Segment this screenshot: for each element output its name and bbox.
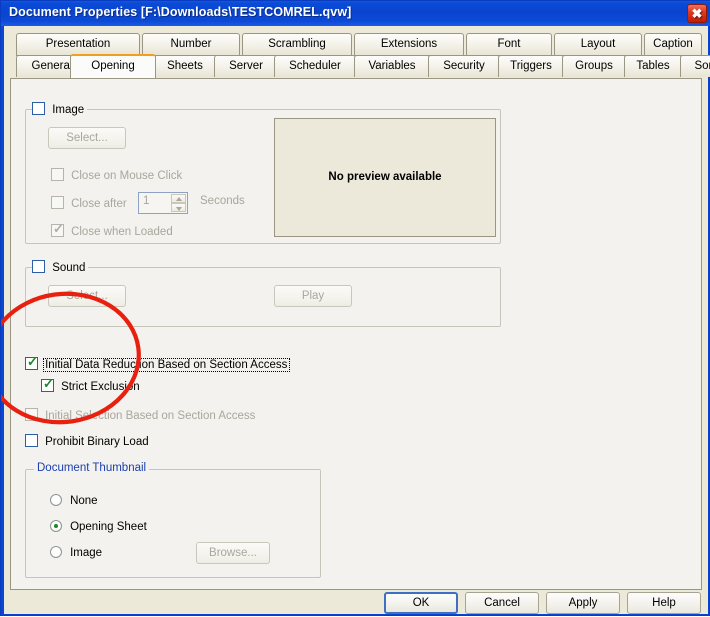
- image-group-label: Image: [52, 104, 85, 116]
- initial-data-reduction-label: Initial Data Reduction Based on Section …: [43, 358, 291, 372]
- initial-selection-checkbox: [25, 408, 38, 421]
- thumbnail-image-label: Image: [70, 547, 103, 559]
- tab-number[interactable]: Number: [142, 33, 240, 56]
- tab-opening[interactable]: Opening: [70, 54, 156, 78]
- spinner-down-icon[interactable]: [171, 203, 186, 212]
- help-button[interactable]: Help: [627, 592, 701, 614]
- tab-tables[interactable]: Tables: [624, 55, 682, 77]
- image-preview-pane: No preview available: [274, 118, 496, 237]
- tab-scheduler[interactable]: Scheduler: [274, 55, 356, 77]
- tab-groups[interactable]: Groups: [562, 55, 626, 77]
- close-when-loaded-label: Close when Loaded: [71, 226, 173, 238]
- close-when-loaded-row: ✓ Close when Loaded: [51, 221, 173, 238]
- tab-triggers[interactable]: Triggers: [498, 55, 564, 77]
- tab-sheets[interactable]: Sheets: [152, 55, 218, 77]
- dialog-button-bar: OK Cancel Apply Help: [4, 592, 708, 614]
- strict-exclusion-checkbox[interactable]: ✓: [41, 377, 54, 392]
- option-row-initial-selection: Initial Selection Based on Section Acces…: [25, 408, 255, 422]
- tab-presentation[interactable]: Presentation: [16, 33, 140, 56]
- thumbnail-option-none[interactable]: None: [50, 494, 98, 507]
- close-on-mouse-click-row: Close on Mouse Click: [51, 168, 182, 182]
- sound-group-legend: Sound: [32, 260, 89, 274]
- apply-button[interactable]: Apply: [546, 592, 620, 614]
- tab-caption[interactable]: Caption: [644, 33, 702, 56]
- sound-play-button: Play: [274, 285, 352, 307]
- tab-row-top: Presentation Number Scrambling Extension…: [10, 33, 702, 56]
- option-row-strict-exclusion[interactable]: ✓ Strict Exclusion: [41, 377, 140, 393]
- tab-variables[interactable]: Variables: [354, 55, 430, 77]
- tab-font[interactable]: Font: [466, 33, 552, 56]
- close-after-row: Close after: [51, 196, 127, 210]
- tab-security[interactable]: Security: [428, 55, 500, 77]
- document-thumbnail-legend: Document Thumbnail: [34, 462, 150, 474]
- ok-button[interactable]: OK: [384, 592, 458, 614]
- tab-scrambling[interactable]: Scrambling: [242, 33, 352, 56]
- thumbnail-option-opening-sheet[interactable]: Opening Sheet: [50, 520, 147, 533]
- prohibit-binary-load-checkbox[interactable]: [25, 434, 38, 447]
- strict-exclusion-label: Strict Exclusion: [61, 381, 140, 393]
- option-row-initial-data-reduction[interactable]: ✓ Initial Data Reduction Based on Sectio…: [25, 355, 291, 372]
- preview-placeholder-text: No preview available: [328, 170, 442, 183]
- close-on-mouse-click-label: Close on Mouse Click: [71, 170, 183, 182]
- initial-data-reduction-checkbox[interactable]: ✓: [25, 355, 38, 370]
- close-button[interactable]: ✖: [687, 4, 707, 23]
- thumbnail-opening-sheet-radio[interactable]: [50, 520, 62, 532]
- sound-select-button: Select...: [48, 285, 126, 307]
- image-group-legend: Image: [32, 102, 88, 116]
- seconds-value: 1: [143, 195, 150, 207]
- title-bar: Document Properties [F:\Downloads\TESTCO…: [1, 1, 710, 26]
- seconds-spinner-buttons[interactable]: [171, 194, 186, 212]
- initial-selection-label: Initial Selection Based on Section Acces…: [45, 410, 256, 422]
- dialog-body: Presentation Number Scrambling Extension…: [1, 26, 710, 614]
- close-after-checkbox: [51, 196, 64, 209]
- option-row-prohibit-binary-load[interactable]: Prohibit Binary Load: [25, 434, 149, 448]
- prohibit-binary-load-label: Prohibit Binary Load: [45, 436, 149, 448]
- close-when-loaded-checkbox: ✓: [51, 221, 64, 237]
- tab-sort[interactable]: Sort: [680, 55, 710, 77]
- close-on-mouse-click-checkbox: [51, 168, 64, 181]
- cancel-button[interactable]: Cancel: [465, 592, 539, 614]
- sound-enable-checkbox[interactable]: [32, 260, 45, 273]
- window-title: Document Properties [F:\Downloads\TESTCO…: [9, 5, 352, 19]
- sound-group: Sound Select... Play: [25, 260, 501, 327]
- close-after-label: Close after: [71, 198, 127, 210]
- thumbnail-browse-button: Browse...: [196, 542, 270, 564]
- image-enable-checkbox[interactable]: [32, 102, 45, 115]
- tab-layout[interactable]: Layout: [554, 33, 642, 56]
- spinner-up-icon[interactable]: [171, 194, 186, 203]
- close-icon: ✖: [691, 6, 703, 21]
- thumbnail-opening-sheet-label: Opening Sheet: [70, 521, 147, 533]
- seconds-label: Seconds: [200, 195, 245, 207]
- sound-group-label: Sound: [52, 262, 86, 274]
- tab-extensions[interactable]: Extensions: [354, 33, 464, 56]
- thumbnail-option-image[interactable]: Image: [50, 546, 102, 559]
- image-group: Image Select... Close on Mouse Click Clo…: [25, 102, 501, 244]
- thumbnail-none-label: None: [70, 495, 98, 507]
- tab-page-opening: Image Select... Close on Mouse Click Clo…: [10, 78, 702, 590]
- tab-row-bottom: General Opening Sheets Server Scheduler …: [10, 54, 710, 78]
- document-thumbnail-group: Document Thumbnail None Opening Sheet Im…: [25, 462, 321, 578]
- thumbnail-image-radio[interactable]: [50, 546, 62, 558]
- thumbnail-none-radio[interactable]: [50, 494, 62, 506]
- document-properties-window: Document Properties [F:\Downloads\TESTCO…: [0, 0, 710, 616]
- image-select-button: Select...: [48, 127, 126, 149]
- seconds-spinner[interactable]: 1: [138, 192, 188, 214]
- tab-strip: Presentation Number Scrambling Extension…: [10, 33, 710, 79]
- tab-server[interactable]: Server: [214, 55, 278, 77]
